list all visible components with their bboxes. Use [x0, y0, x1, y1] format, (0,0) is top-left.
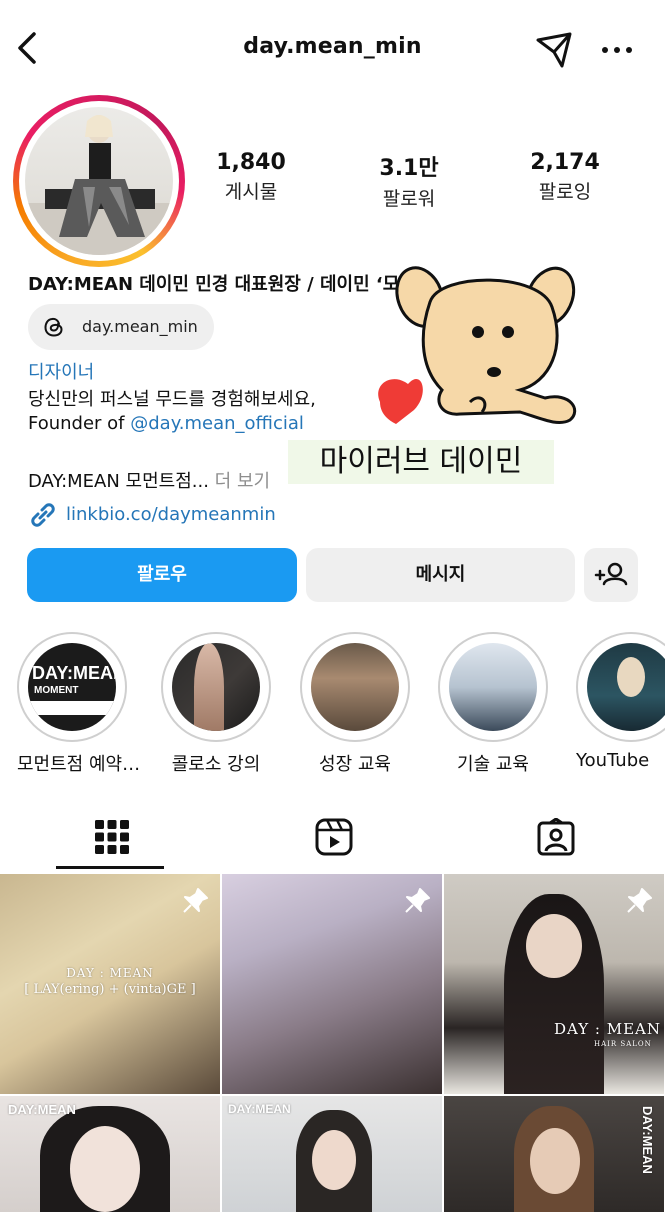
highlight-caption: 모먼트점 예약…	[17, 754, 141, 775]
stat-followers[interactable]: 3.1만 팔로워	[344, 150, 474, 211]
highlight-5[interactable]: YouTube	[576, 632, 665, 771]
highlight-2[interactable]: 콜로소 강의	[161, 632, 271, 776]
threads-handle: day.mean_min	[82, 317, 198, 336]
link-icon	[28, 502, 58, 528]
grid-post-1[interactable]: DAY : MEAN [ LAY(ering) + (vinta)GE ]	[0, 874, 220, 1094]
posts-count: 1,840	[216, 150, 286, 175]
grid-post-6[interactable]: DAY:MEAN	[444, 1096, 664, 1212]
post-overlay-title: DAY : MEAN	[66, 966, 154, 980]
bio-line-2: Founder of @day.mean_official	[28, 413, 304, 434]
profile-category: 디자이너	[28, 362, 95, 383]
stat-posts[interactable]: 1,840 게시물	[186, 150, 316, 204]
highlight-cover	[311, 643, 399, 731]
puppy-sticker-icon	[370, 262, 585, 442]
following-label: 팔로잉	[538, 181, 592, 203]
tab-posts-grid[interactable]	[0, 804, 222, 872]
followers-count: 3.1만	[379, 156, 439, 181]
highlight-1[interactable]: DAY:MEAN MOMENT 모먼트점 예약…	[17, 632, 141, 776]
bio-external-link[interactable]: linkbio.co/daymeanmin	[28, 502, 276, 528]
send-message-icon[interactable]	[534, 30, 574, 70]
pin-icon	[624, 886, 654, 916]
bio-founder-text: Founder of	[28, 413, 131, 434]
highlight-4[interactable]: 기술 교육	[438, 632, 548, 776]
threads-badge[interactable]: day.mean_min	[28, 304, 214, 350]
tab-reels[interactable]	[222, 804, 444, 872]
add-user-icon	[594, 562, 628, 586]
highlight-cover	[449, 643, 537, 731]
reels-icon	[315, 818, 353, 856]
tab-tagged[interactable]	[444, 804, 665, 872]
highlight-cover-subtitle: MOMENT	[34, 685, 79, 696]
follow-button[interactable]: 팔로우	[27, 548, 297, 602]
sticker-caption: 마이러브 데이민	[288, 440, 554, 484]
top-bar: day.mean_min	[0, 0, 665, 100]
more-options-icon[interactable]	[600, 40, 634, 60]
bio-link-text: linkbio.co/daymeanmin	[66, 504, 276, 525]
highlight-cover-title: DAY:MEAN	[32, 663, 116, 683]
pin-icon	[180, 886, 210, 916]
suggested-users-button[interactable]	[584, 548, 638, 602]
bio-line-3: DAY:MEAN 모먼트점... 더 보기	[28, 467, 270, 493]
highlight-caption: YouTube	[576, 750, 650, 771]
pin-icon	[402, 886, 432, 916]
threads-icon	[42, 315, 66, 339]
highlight-3[interactable]: 성장 교육	[300, 632, 410, 776]
highlight-caption: 성장 교육	[319, 754, 391, 775]
stat-following[interactable]: 2,174 팔로잉	[500, 150, 630, 204]
bio-truncated-text: DAY:MEAN 모먼트점...	[28, 471, 209, 492]
highlight-caption: 콜로소 강의	[171, 754, 261, 775]
grid-icon	[95, 820, 129, 854]
active-tab-indicator	[56, 866, 164, 869]
post-overlay-title: DAY:MEAN	[640, 1106, 655, 1174]
profile-display-name: DAY:MEAN 데이민 민경 대표원장 / 데이민 ‘모먼	[28, 274, 416, 295]
post-overlay-title: DAY:MEAN	[228, 1102, 291, 1116]
post-overlay-subtitle: HAIR SALON	[594, 1040, 652, 1048]
grid-post-3[interactable]: DAY : MEAN HAIR SALON	[444, 874, 664, 1094]
profile-avatar-story-ring[interactable]	[13, 95, 185, 267]
tagged-user-icon	[537, 818, 575, 856]
highlight-cover: DAY:MEAN MOMENT	[28, 643, 116, 731]
followers-label: 팔로워	[382, 188, 436, 210]
mention-link[interactable]: @day.mean_official	[130, 413, 304, 434]
highlight-caption: 기술 교육	[457, 754, 529, 775]
message-button[interactable]: 메시지	[306, 548, 575, 602]
grid-post-4[interactable]: DAY:MEAN	[0, 1096, 220, 1212]
grid-post-5[interactable]: DAY:MEAN	[222, 1096, 442, 1212]
bio-line-1: 당신만의 퍼스널 무드를 경험해보세요,	[28, 389, 316, 410]
see-more-link[interactable]: 더 보기	[209, 471, 270, 492]
post-overlay-title: DAY:MEAN	[8, 1102, 76, 1117]
avatar	[25, 107, 173, 255]
grid-post-2[interactable]	[222, 874, 442, 1094]
profile-tabs	[0, 804, 665, 872]
post-overlay-title: DAY : MEAN	[554, 1020, 662, 1038]
highlight-cover	[172, 643, 260, 731]
post-overlay-subtitle: [ LAY(ering) + (vinta)GE ]	[24, 982, 196, 997]
following-count: 2,174	[530, 150, 600, 175]
posts-label: 게시물	[224, 181, 278, 203]
highlight-cover	[587, 643, 665, 731]
